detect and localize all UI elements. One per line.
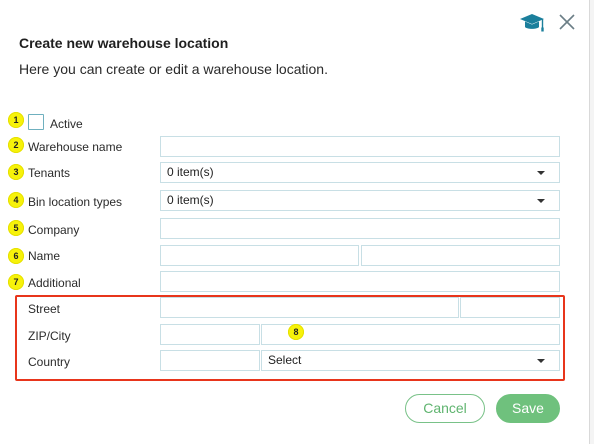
step-badge-1: 1 bbox=[8, 112, 24, 128]
last-name-input[interactable] bbox=[361, 245, 560, 266]
additional-label: Additional bbox=[28, 276, 81, 290]
country-select[interactable]: Select bbox=[261, 350, 560, 371]
zip-input[interactable] bbox=[160, 324, 260, 345]
chevron-down-icon bbox=[537, 359, 545, 363]
street-number-input[interactable] bbox=[460, 297, 560, 318]
step-badge-5: 5 bbox=[8, 220, 24, 236]
active-label: Active bbox=[50, 117, 83, 131]
step-badge-7: 7 bbox=[8, 274, 24, 290]
warehouse-name-input[interactable] bbox=[160, 136, 560, 157]
country-code-input[interactable] bbox=[160, 350, 260, 371]
graduation-cap-icon[interactable] bbox=[518, 12, 546, 34]
company-input[interactable] bbox=[160, 218, 560, 239]
chevron-down-icon bbox=[537, 199, 545, 203]
scrollbar-track[interactable] bbox=[590, 0, 594, 444]
tenants-label: Tenants bbox=[28, 166, 71, 180]
close-icon[interactable] bbox=[558, 13, 576, 31]
bin-location-types-label: Bin location types bbox=[28, 195, 123, 209]
street-input[interactable] bbox=[160, 297, 459, 318]
first-name-input[interactable] bbox=[160, 245, 359, 266]
step-badge-6: 6 bbox=[8, 248, 24, 264]
additional-input[interactable] bbox=[160, 271, 560, 292]
name-label: Name bbox=[28, 249, 61, 263]
country-label: Country bbox=[28, 355, 71, 369]
country-select-value: Select bbox=[268, 353, 302, 367]
step-badge-2: 2 bbox=[8, 137, 24, 153]
step-badge-8: 8 bbox=[288, 324, 304, 340]
step-badge-3: 3 bbox=[8, 164, 24, 180]
cancel-button[interactable]: Cancel bbox=[405, 394, 485, 423]
tenants-select-value: 0 item(s) bbox=[167, 165, 214, 179]
bin-location-types-select-value: 0 item(s) bbox=[167, 193, 214, 207]
street-label: Street bbox=[28, 302, 61, 316]
city-input[interactable] bbox=[261, 324, 560, 345]
step-badge-4: 4 bbox=[8, 192, 24, 208]
bin-location-types-select[interactable]: 0 item(s) bbox=[160, 190, 560, 211]
zip-city-label: ZIP/City bbox=[28, 329, 71, 343]
save-button[interactable]: Save bbox=[496, 394, 560, 423]
dialog-title: Create new warehouse location bbox=[19, 35, 229, 51]
warehouse-name-label: Warehouse name bbox=[28, 140, 123, 154]
dialog-subtitle: Here you can create or edit a warehouse … bbox=[19, 61, 328, 77]
tenants-select[interactable]: 0 item(s) bbox=[160, 162, 560, 183]
warehouse-location-dialog: Create new warehouse location Here you c… bbox=[0, 0, 594, 444]
chevron-down-icon bbox=[537, 171, 545, 175]
active-checkbox[interactable] bbox=[28, 114, 44, 130]
company-label: Company bbox=[28, 223, 80, 237]
